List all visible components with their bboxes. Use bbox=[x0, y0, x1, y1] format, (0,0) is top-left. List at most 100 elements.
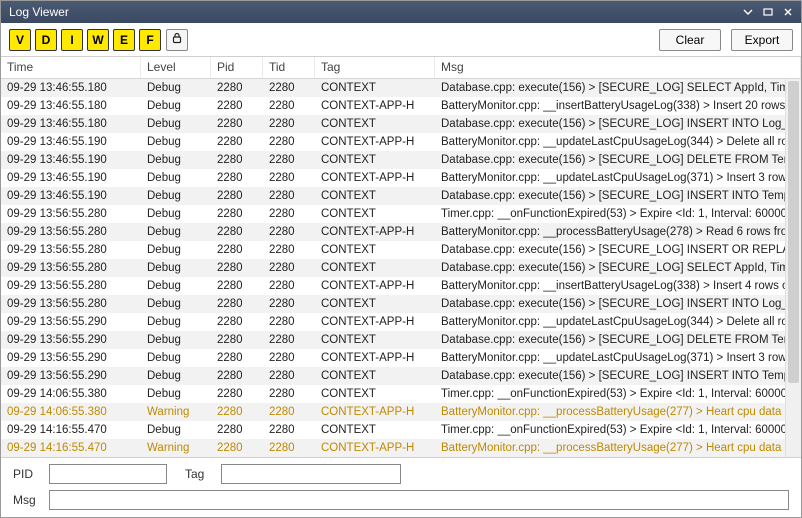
table-row[interactable]: 09-29 13:56:55.280Debug22802280CONTEXTTi… bbox=[1, 205, 801, 223]
table-row[interactable]: 09-29 14:06:55.380Debug22802280CONTEXTTi… bbox=[1, 385, 801, 403]
cell-tag: CONTEXT-APP-H bbox=[315, 97, 435, 115]
table-row[interactable]: 09-29 13:56:55.280Debug22802280CONTEXTDa… bbox=[1, 241, 801, 259]
cell-level: Debug bbox=[141, 295, 211, 313]
pid-input[interactable] bbox=[49, 464, 167, 484]
close-icon[interactable] bbox=[779, 5, 797, 19]
msg-input[interactable] bbox=[49, 490, 789, 510]
table-row[interactable]: 09-29 14:16:55.470Debug22802280CONTEXTTi… bbox=[1, 421, 801, 439]
cell-pid: 2280 bbox=[211, 151, 263, 169]
cell-tid: 2280 bbox=[263, 331, 315, 349]
cell-tid: 2280 bbox=[263, 133, 315, 151]
col-time[interactable]: Time bbox=[1, 57, 141, 78]
table-row[interactable]: 09-29 13:46:55.190Debug22802280CONTEXT-A… bbox=[1, 133, 801, 151]
table-row[interactable]: 09-29 13:56:55.290Debug22802280CONTEXT-A… bbox=[1, 313, 801, 331]
col-pid[interactable]: Pid bbox=[211, 57, 263, 78]
table-row[interactable]: 09-29 14:16:55.470Warning22802280CONTEXT… bbox=[1, 439, 801, 457]
cell-time: 09-29 13:46:55.180 bbox=[1, 97, 141, 115]
vertical-scrollbar[interactable] bbox=[785, 79, 801, 457]
cell-level: Debug bbox=[141, 187, 211, 205]
cell-pid: 2280 bbox=[211, 277, 263, 295]
clear-button[interactable]: Clear bbox=[659, 29, 721, 51]
cell-pid: 2280 bbox=[211, 367, 263, 385]
level-button-info[interactable]: I bbox=[61, 29, 83, 51]
table-row[interactable]: 09-29 13:56:55.280Debug22802280CONTEXT-A… bbox=[1, 223, 801, 241]
cell-tid: 2280 bbox=[263, 439, 315, 457]
cell-tid: 2280 bbox=[263, 241, 315, 259]
cell-time: 09-29 14:06:55.380 bbox=[1, 403, 141, 421]
table-row[interactable]: 09-29 13:46:55.180Debug22802280CONTEXTDa… bbox=[1, 115, 801, 133]
cell-time: 09-29 13:56:55.280 bbox=[1, 277, 141, 295]
level-button-error[interactable]: E bbox=[113, 29, 135, 51]
cell-time: 09-29 13:46:55.190 bbox=[1, 187, 141, 205]
col-level[interactable]: Level bbox=[141, 57, 211, 78]
cell-level: Debug bbox=[141, 205, 211, 223]
cell-time: 09-29 13:56:55.280 bbox=[1, 241, 141, 259]
col-tid[interactable]: Tid bbox=[263, 57, 315, 78]
scroll-lock-button[interactable] bbox=[166, 29, 188, 51]
cell-time: 09-29 13:56:55.290 bbox=[1, 367, 141, 385]
level-button-verbose[interactable]: V bbox=[9, 29, 31, 51]
cell-tid: 2280 bbox=[263, 187, 315, 205]
cell-pid: 2280 bbox=[211, 133, 263, 151]
cell-tid: 2280 bbox=[263, 367, 315, 385]
cell-tid: 2280 bbox=[263, 421, 315, 439]
table-row[interactable]: 09-29 13:56:55.290Debug22802280CONTEXTDa… bbox=[1, 331, 801, 349]
titlebar: Log Viewer bbox=[1, 1, 801, 23]
cell-msg: Database.cpp: execute(156) > [SECURE_LOG… bbox=[435, 187, 801, 205]
cell-msg: BatteryMonitor.cpp: __updateLastCpuUsage… bbox=[435, 133, 801, 151]
maximize-icon[interactable] bbox=[759, 5, 777, 19]
cell-time: 09-29 14:16:55.470 bbox=[1, 421, 141, 439]
cell-level: Warning bbox=[141, 439, 211, 457]
table-row[interactable]: 09-29 13:56:55.280Debug22802280CONTEXTDa… bbox=[1, 295, 801, 313]
scrollbar-thumb[interactable] bbox=[788, 81, 799, 383]
cell-tid: 2280 bbox=[263, 259, 315, 277]
tag-input[interactable] bbox=[221, 464, 401, 484]
log-viewer-window: Log Viewer V D I W E F Clear Export Time… bbox=[0, 0, 802, 518]
cell-level: Debug bbox=[141, 151, 211, 169]
cell-tag: CONTEXT-APP-H bbox=[315, 313, 435, 331]
cell-msg: BatteryMonitor.cpp: __updateLastCpuUsage… bbox=[435, 169, 801, 187]
cell-level: Debug bbox=[141, 97, 211, 115]
cell-tid: 2280 bbox=[263, 277, 315, 295]
cell-msg: BatteryMonitor.cpp: __processBatteryUsag… bbox=[435, 403, 801, 421]
cell-msg: Timer.cpp: __onFunctionExpired(53) > Exp… bbox=[435, 205, 801, 223]
log-table: Time Level Pid Tid Tag Msg 09-29 13:46:5… bbox=[1, 57, 801, 457]
cell-tid: 2280 bbox=[263, 205, 315, 223]
level-button-warning[interactable]: W bbox=[87, 29, 109, 51]
table-row[interactable]: 09-29 13:56:55.290Debug22802280CONTEXT-A… bbox=[1, 349, 801, 367]
cell-tid: 2280 bbox=[263, 313, 315, 331]
table-row[interactable]: 09-29 13:56:55.280Debug22802280CONTEXTDa… bbox=[1, 259, 801, 277]
cell-tid: 2280 bbox=[263, 151, 315, 169]
cell-level: Debug bbox=[141, 115, 211, 133]
table-header: Time Level Pid Tid Tag Msg bbox=[1, 57, 801, 79]
table-row[interactable]: 09-29 13:46:55.190Debug22802280CONTEXTDa… bbox=[1, 151, 801, 169]
msg-label: Msg bbox=[13, 493, 41, 507]
lock-icon bbox=[171, 32, 183, 47]
table-row[interactable]: 09-29 14:06:55.380Warning22802280CONTEXT… bbox=[1, 403, 801, 421]
cell-level: Debug bbox=[141, 277, 211, 295]
table-row[interactable]: 09-29 13:56:55.280Debug22802280CONTEXT-A… bbox=[1, 277, 801, 295]
tag-label: Tag bbox=[185, 467, 213, 481]
filter-bar: PID Tag Msg bbox=[1, 457, 801, 517]
cell-msg: Database.cpp: execute(156) > [SECURE_LOG… bbox=[435, 115, 801, 133]
cell-tag: CONTEXT-APP-H bbox=[315, 403, 435, 421]
cell-time: 09-29 13:56:55.290 bbox=[1, 349, 141, 367]
dropdown-icon[interactable] bbox=[739, 5, 757, 19]
toolbar: V D I W E F Clear Export bbox=[1, 23, 801, 57]
table-row[interactable]: 09-29 13:46:55.180Debug22802280CONTEXT-A… bbox=[1, 97, 801, 115]
table-row[interactable]: 09-29 13:46:55.180Debug22802280CONTEXTDa… bbox=[1, 79, 801, 97]
level-button-debug[interactable]: D bbox=[35, 29, 57, 51]
cell-level: Debug bbox=[141, 79, 211, 97]
table-row[interactable]: 09-29 13:46:55.190Debug22802280CONTEXTDa… bbox=[1, 187, 801, 205]
pid-label: PID bbox=[13, 467, 41, 481]
table-row[interactable]: 09-29 13:56:55.290Debug22802280CONTEXTDa… bbox=[1, 367, 801, 385]
col-tag[interactable]: Tag bbox=[315, 57, 435, 78]
table-row[interactable]: 09-29 13:46:55.190Debug22802280CONTEXT-A… bbox=[1, 169, 801, 187]
cell-pid: 2280 bbox=[211, 295, 263, 313]
col-msg[interactable]: Msg bbox=[435, 57, 801, 78]
export-button[interactable]: Export bbox=[731, 29, 793, 51]
cell-tid: 2280 bbox=[263, 97, 315, 115]
level-button-fatal[interactable]: F bbox=[139, 29, 161, 51]
cell-pid: 2280 bbox=[211, 349, 263, 367]
cell-pid: 2280 bbox=[211, 385, 263, 403]
